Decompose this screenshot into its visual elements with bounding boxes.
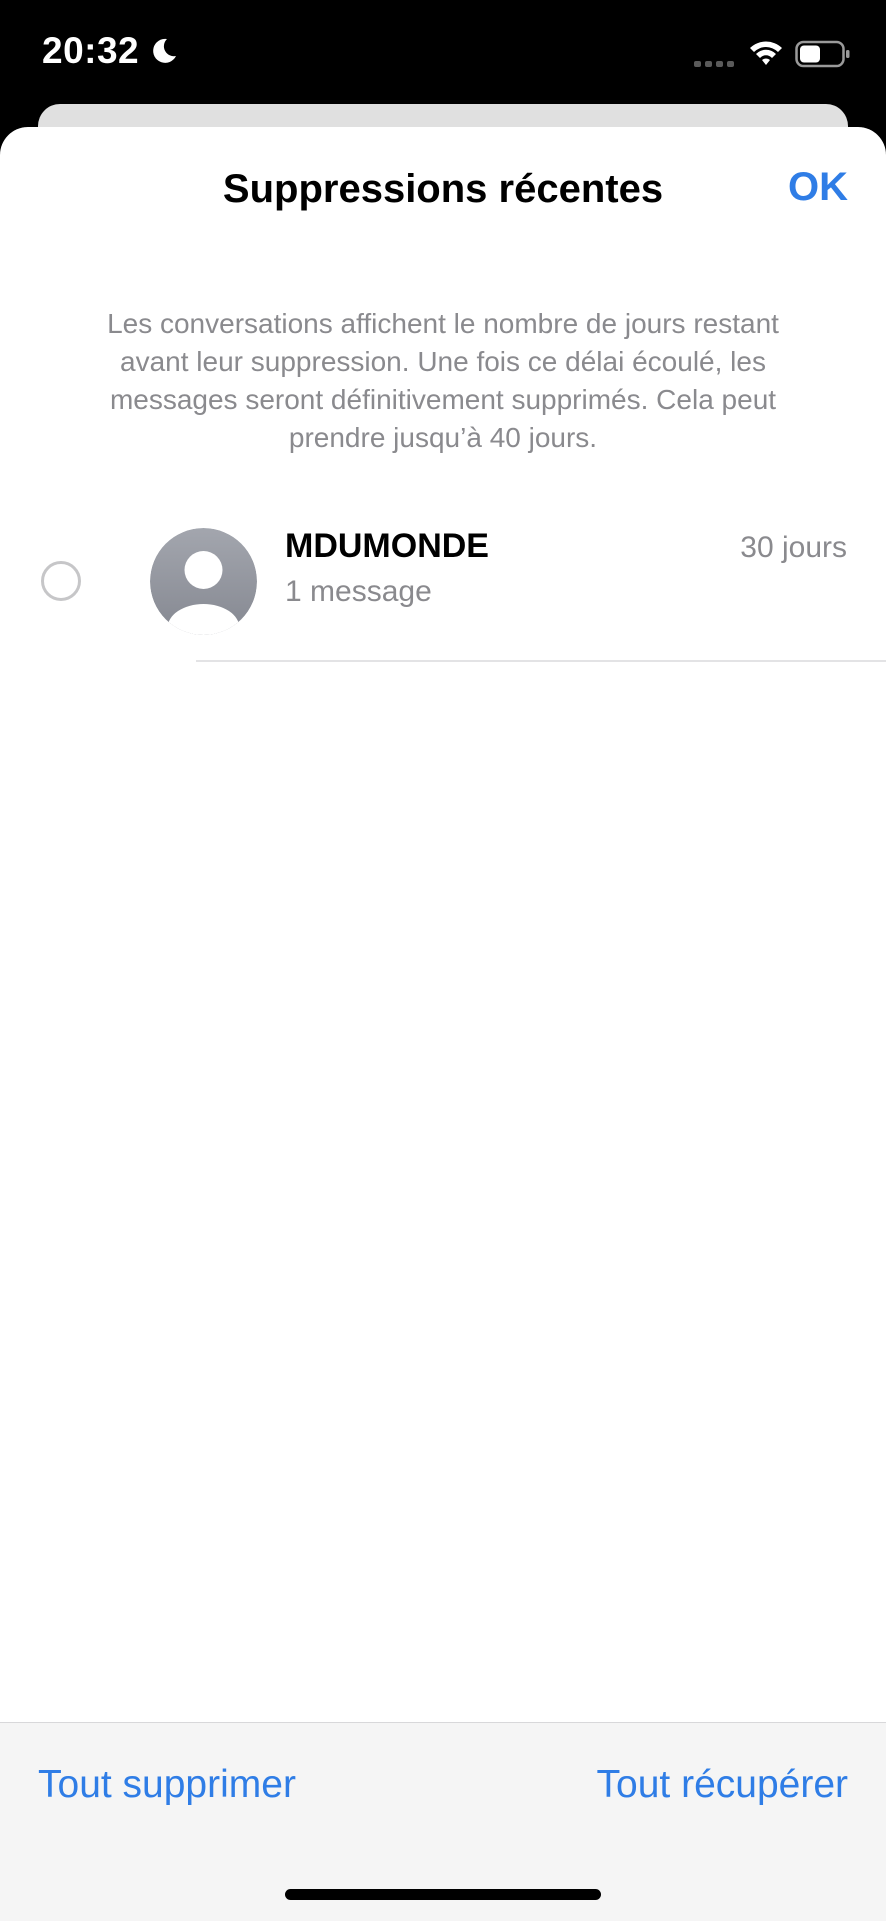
status-time: 20:32: [42, 30, 140, 71]
conversation-message-count: 1 message: [285, 575, 432, 608]
row-divider: [196, 660, 886, 662]
delete-all-button[interactable]: Tout supprimer: [38, 1763, 296, 1807]
recently-deleted-sheet: Suppressions récentes OK Les conversatio…: [0, 127, 886, 1920]
info-text: Les conversations affichent le nombre de…: [107, 308, 779, 453]
person-icon: [150, 528, 257, 635]
bottom-toolbar: Tout supprimer Tout récupérer: [0, 1722, 886, 1921]
signal-icon: [694, 61, 734, 67]
moon-icon: [153, 38, 177, 63]
status-time-container: 20:32: [42, 30, 179, 72]
battery-icon: [795, 40, 850, 68]
status-bar: 20:32: [0, 0, 886, 110]
days-remaining: 30 jours: [740, 531, 847, 564]
recover-all-button[interactable]: Tout récupérer: [597, 1763, 848, 1807]
avatar: [150, 528, 257, 635]
home-indicator: [285, 1889, 601, 1900]
conversation-name: MDUMONDE: [285, 527, 489, 565]
conversation-row[interactable]: MDUMONDE 1 message 30 jours: [0, 507, 886, 662]
page-title: Suppressions récentes: [222, 167, 664, 211]
select-radio[interactable]: [41, 561, 81, 601]
wifi-icon: [750, 41, 782, 65]
ok-button[interactable]: OK: [788, 165, 848, 210]
